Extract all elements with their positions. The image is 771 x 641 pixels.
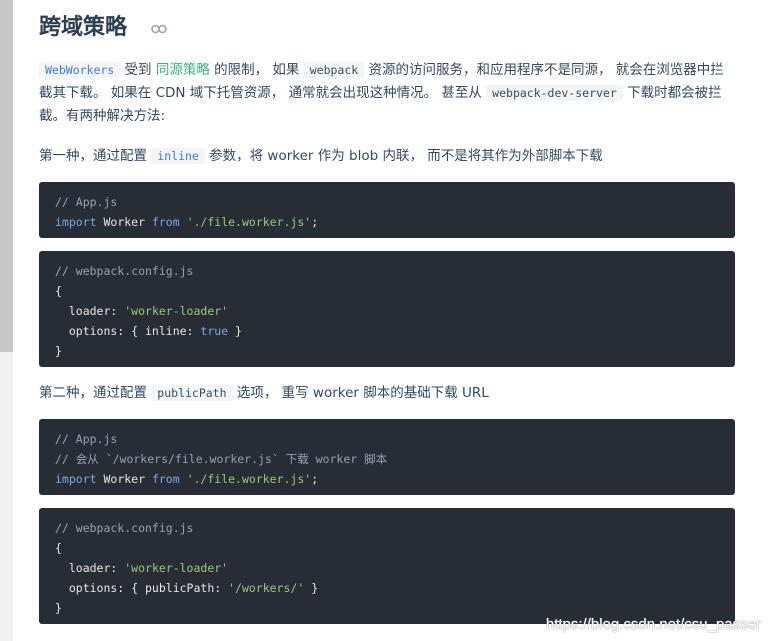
scrollbar-thumb[interactable] <box>0 0 13 352</box>
way2-paragraph: 第二种，通过配置 publicPath 选项， 重写 worker 脚本的基础下… <box>39 382 735 405</box>
code-line: import Worker from './file.worker.js'; <box>55 472 319 486</box>
code-line: // webpack.config.js <box>55 264 194 278</box>
section-heading: 跨域策略 <box>39 14 167 42</box>
code-block-app-js-2: // App.js // 会从 `/workers/file.worker.js… <box>39 419 735 495</box>
inline-code-publicpath: publicPath <box>151 385 233 401</box>
code-line: loader: 'worker-loader' <box>55 304 229 318</box>
watermark: https://blog.csdn.net/csu_passer <box>545 616 761 633</box>
intro-paragraph: WebWorkers 受到 同源策略 的限制， 如果 webpack 资源的访问… <box>39 59 735 128</box>
inline-code-webpack: webpack <box>303 62 365 78</box>
inline-code-webpack-dev-server: webpack-dev-server <box>486 85 623 101</box>
code-line: // webpack.config.js <box>55 521 194 535</box>
code-line: loader: 'worker-loader' <box>55 561 229 575</box>
text: 第一种，通过配置 <box>39 148 152 164</box>
code-line: import Worker from './file.worker.js'; <box>55 215 319 229</box>
text: 第二种，通过配置 <box>39 385 152 401</box>
text: 的限制， 如果 <box>209 62 304 78</box>
code-block-app-js: // App.js import Worker from './file.wor… <box>39 182 735 238</box>
code-line: { <box>55 541 62 555</box>
code-block-webpack-config: // webpack.config.js { loader: 'worker-l… <box>39 251 735 367</box>
text: 受到 <box>120 62 156 78</box>
code-line: } <box>55 344 62 358</box>
way1-paragraph: 第一种，通过配置 inline 参数，将 worker 作为 blob 内联， … <box>39 145 735 168</box>
code-line: // 会从 `/workers/file.worker.js` 下载 worke… <box>55 452 388 466</box>
same-origin-policy-link[interactable]: 同源策略 <box>156 62 210 78</box>
inline-code-webworkers: WebWorkers <box>39 62 121 78</box>
code-line: options: { publicPath: '/workers/' } <box>55 581 319 595</box>
code-line: { <box>55 284 62 298</box>
code-line: options: { inline: true } <box>55 324 242 338</box>
inline-code-inline: inline <box>151 148 205 164</box>
code-block-webpack-config-2: // webpack.config.js { loader: 'worker-l… <box>39 508 735 624</box>
scrollbar-track[interactable] <box>0 0 13 641</box>
text: 参数，将 worker 作为 blob 内联， 而不是将其作为外部脚本下载 <box>204 148 603 164</box>
text: 选项， 重写 worker 脚本的基础下载 URL <box>232 385 489 401</box>
section-title: 跨域策略 <box>39 15 128 40</box>
code-line: // App.js <box>55 195 118 209</box>
link-icon[interactable] <box>150 14 167 42</box>
code-line: } <box>55 601 62 615</box>
code-line: // App.js <box>55 432 118 446</box>
